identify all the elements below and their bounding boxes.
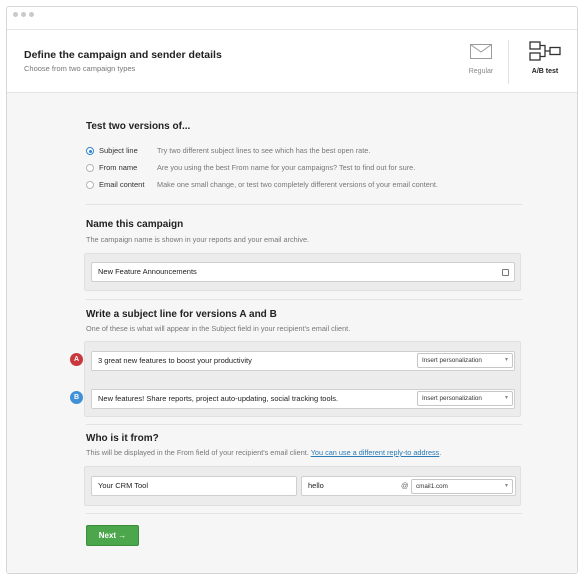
campaign-type-label: A/B test [531, 68, 559, 75]
campaign-name-value: New Feature Announcements [98, 267, 197, 276]
subject-well: 3 great new features to boost your produ… [84, 341, 521, 417]
campaign-type-regular[interactable]: Regular [449, 30, 513, 93]
radio-from-name[interactable]: From name Are you using the best From na… [86, 163, 536, 175]
type-divider [508, 40, 509, 84]
app-window: Define the campaign and sender details C… [6, 6, 578, 574]
select-value: Insert personalization [422, 395, 482, 402]
chevron-down-icon: ▾ [504, 483, 508, 489]
campaign-type-ab-test[interactable]: A/B test [513, 30, 577, 93]
page-title: Define the campaign and sender details [24, 49, 222, 61]
subject-section-desc: One of these is what will appear in the … [86, 324, 351, 333]
radio-subject-line[interactable]: Subject line Try two different subject l… [86, 146, 536, 158]
radio-description: Try two different subject lines to see w… [157, 146, 371, 155]
from-desc-text: This will be displayed in the From field… [86, 448, 309, 457]
personalization-select-a[interactable]: Insert personalization ▾ [417, 353, 513, 368]
radio-label: Subject line [99, 146, 138, 155]
window-dot-icon [13, 12, 18, 17]
field-info-icon[interactable] [502, 269, 509, 276]
from-well: Your CRM Tool hello @ cmail1.com ▾ [84, 466, 521, 506]
chevron-down-icon: ▾ [504, 395, 508, 401]
from-name-value: Your CRM Tool [98, 481, 149, 490]
subject-value: New features! Share reports, project aut… [98, 394, 339, 403]
page-header: Define the campaign and sender details C… [7, 29, 577, 93]
name-section-desc: The campaign name is shown in your repor… [86, 235, 310, 244]
email-user-value: hello [308, 481, 324, 490]
radio-email-content[interactable]: Email content Make one small change, or … [86, 180, 536, 192]
radio-button[interactable] [86, 181, 94, 189]
chevron-down-icon: ▾ [504, 357, 508, 363]
radio-description: Are you using the best From name for you… [157, 163, 416, 172]
from-name-input[interactable]: Your CRM Tool [91, 476, 297, 496]
version-b-badge: B [70, 391, 83, 404]
envelope-icon [470, 44, 492, 59]
next-button[interactable]: Next → [86, 525, 139, 546]
reply-to-link[interactable]: You can use a different reply-to address [311, 448, 440, 457]
ab-test-icon [529, 41, 561, 61]
personalization-select-b[interactable]: Insert personalization ▾ [417, 391, 513, 406]
section-divider [86, 513, 522, 514]
from-desc-end: . [439, 448, 442, 457]
campaign-type-label: Regular [468, 68, 494, 75]
window-dot-icon [29, 12, 34, 17]
version-a-badge: A [70, 353, 83, 366]
select-value: cmail1.com [416, 483, 448, 490]
form-area: Test two versions of... Subject line Try… [7, 93, 577, 573]
name-well: New Feature Announcements [84, 253, 521, 291]
campaign-name-input[interactable]: New Feature Announcements [91, 262, 515, 282]
radio-label: Email content [99, 180, 145, 189]
name-section-title: Name this campaign [86, 219, 184, 230]
from-section-title: Who is it from? [86, 433, 159, 444]
page-subtitle: Choose from two campaign types [24, 64, 136, 73]
section-divider [86, 299, 522, 300]
radio-button[interactable] [86, 147, 94, 155]
select-value: Insert personalization [422, 357, 482, 364]
subject-section-title: Write a subject line for versions A and … [86, 309, 277, 320]
window-dot-icon [21, 12, 26, 17]
section-divider [86, 424, 522, 425]
from-section-desc: This will be displayed in the From field… [86, 448, 441, 457]
email-domain-select[interactable]: cmail1.com ▾ [411, 479, 513, 494]
at-symbol: @ [401, 481, 409, 490]
radio-button[interactable] [86, 164, 94, 172]
subject-value: 3 great new features to boost your produ… [98, 356, 252, 365]
radio-description: Make one small change, or test two compl… [157, 180, 438, 189]
window-chrome [7, 7, 577, 21]
radio-label: From name [99, 163, 138, 172]
test-section-title: Test two versions of... [86, 121, 191, 132]
section-divider [86, 204, 522, 205]
